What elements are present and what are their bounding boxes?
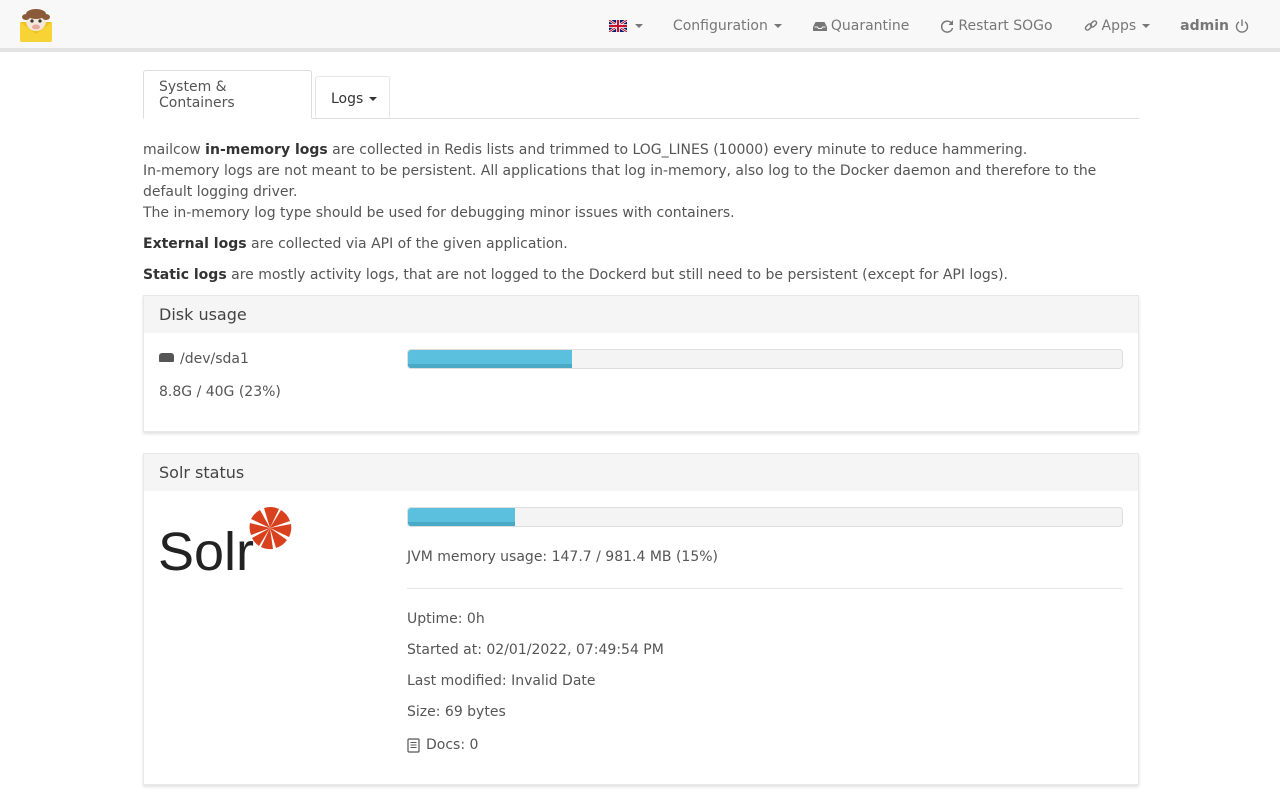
chevron-down-icon — [634, 24, 643, 28]
nav-menu: Configuration Quarantine Restart SOGo Ap… — [579, 0, 1250, 52]
docs-label: Docs: 0 — [426, 737, 479, 753]
mailcow-logo[interactable] — [18, 8, 54, 44]
tab-system-containers[interactable]: System & Containers — [143, 70, 312, 119]
info-bold: External logs — [143, 236, 247, 252]
inbox-icon — [812, 22, 827, 31]
info-text: are mostly activity logs, that are not l… — [226, 267, 1008, 283]
disk-progress-bar — [408, 350, 573, 368]
info-bold: Static logs — [143, 267, 227, 283]
solr-status-panel: Solr status Solr JVM memory usage: 147.7… — [143, 453, 1139, 785]
link-icon — [1084, 20, 1097, 31]
panel-title: Disk usage — [144, 296, 1138, 333]
document-icon — [407, 737, 420, 753]
info-paragraph: mailcow in-memory logs are collected in … — [143, 140, 1139, 224]
username-label: admin — [1180, 18, 1229, 34]
refresh-icon — [941, 20, 954, 33]
hdd-icon — [159, 353, 174, 362]
solr-sunburst — [249, 507, 292, 550]
info-text: mailcow — [143, 142, 206, 158]
disk-device: /dev/sda1 — [159, 351, 249, 367]
disk-usage-text: 8.8G / 40G (23%) — [159, 384, 281, 400]
info-paragraph: Static logs are mostly activity logs, th… — [143, 265, 1139, 286]
solr-logo-text: Solr — [158, 522, 254, 574]
top-navbar: Configuration Quarantine Restart SOGo Ap… — [0, 0, 1280, 52]
info-bold: in-memory logs — [205, 142, 328, 158]
solr-logo: Solr — [158, 507, 292, 574]
info-paragraph: External logs are collected via API of t… — [143, 234, 1139, 255]
tab-bar: System & Containers Logs — [143, 70, 1139, 119]
disk-usage-panel: Disk usage /dev/sda1 8.8G / 40G (23%) — [143, 295, 1139, 432]
last-modified-text: Last modified: Invalid Date — [407, 673, 596, 689]
jvm-progress-bar — [408, 508, 516, 526]
chevron-down-icon — [1142, 24, 1151, 28]
tab-label: System & Containers — [159, 78, 235, 111]
apps-menu[interactable]: Apps — [1083, 18, 1151, 34]
logs-info: mailcow in-memory logs are collected in … — [143, 140, 1139, 286]
restart-sogo-link[interactable]: Restart SOGo — [939, 18, 1053, 34]
started-at-text: Started at: 02/01/2022, 07:49:54 PM — [407, 642, 664, 658]
tab-logs[interactable]: Logs — [315, 76, 390, 119]
chevron-down-icon — [369, 97, 378, 101]
language-dropdown[interactable] — [608, 20, 643, 32]
docs-row: Docs: 0 — [407, 737, 478, 753]
jvm-progress — [407, 507, 1123, 527]
info-text: are collected via API of the given appli… — [246, 236, 568, 252]
chevron-down-icon — [773, 24, 782, 28]
power-icon — [1235, 19, 1249, 33]
info-text: In-memory logs are not meant to be persi… — [143, 163, 1097, 200]
quarantine-label: Quarantine — [830, 18, 910, 34]
disk-progress — [407, 349, 1123, 369]
divider — [407, 588, 1123, 589]
configuration-menu[interactable]: Configuration — [673, 18, 782, 34]
logout-link[interactable]: admin — [1180, 18, 1250, 34]
quarantine-link[interactable]: Quarantine — [812, 18, 910, 34]
configuration-label: Configuration — [672, 18, 768, 34]
info-text: are collected in Redis lists and trimmed… — [327, 142, 1028, 158]
jvm-memory-text: JVM memory usage: 147.7 / 981.4 MB (15%) — [407, 549, 718, 565]
uptime-text: Uptime: 0h — [407, 611, 485, 627]
info-text: The in-memory log type should be used fo… — [143, 205, 735, 221]
tab-label: Logs — [331, 91, 364, 107]
apps-label: Apps — [1101, 18, 1137, 34]
size-text: Size: 69 bytes — [407, 704, 506, 720]
uk-flag-icon — [608, 20, 627, 32]
panel-title: Solr status — [144, 454, 1138, 491]
device-label: /dev/sda1 — [180, 351, 249, 367]
restart-sogo-label: Restart SOGo — [958, 18, 1053, 34]
